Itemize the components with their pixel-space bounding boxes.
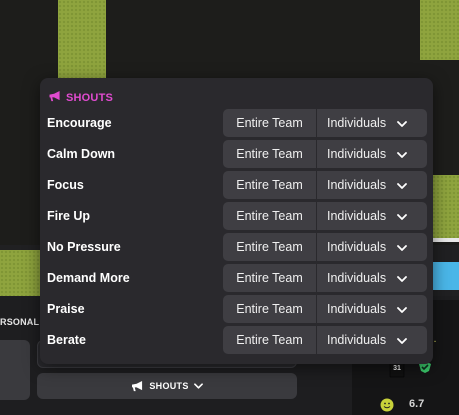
chevron-down-icon (397, 333, 407, 347)
individuals-label: Individuals (327, 302, 387, 316)
shout-label: Praise (47, 302, 85, 316)
shout-individuals-dropdown[interactable]: Individuals (317, 295, 427, 323)
shout-label: Calm Down (47, 147, 116, 161)
shout-label: Berate (47, 333, 86, 347)
shout-row-encourage: Encourage Entire Team Individuals (40, 109, 433, 137)
shout-row-fire-up: Fire Up Entire Team Individuals (40, 202, 433, 230)
shout-label: Encourage (47, 116, 112, 130)
shout-individuals-dropdown[interactable]: Individuals (317, 109, 427, 137)
shouts-popup: SHOUTS Encourage Entire Team Individuals… (40, 78, 433, 364)
individuals-label: Individuals (327, 178, 387, 192)
shout-row-focus: Focus Entire Team Individuals (40, 171, 433, 199)
side-panel-fragment (0, 340, 30, 400)
chevron-down-icon (397, 240, 407, 254)
shout-individuals-dropdown[interactable]: Individuals (317, 140, 427, 168)
shout-row-demand-more: Demand More Entire Team Individuals (40, 264, 433, 292)
shout-label: Fire Up (47, 209, 91, 223)
individuals-label: Individuals (327, 271, 387, 285)
pitch-line (432, 238, 459, 242)
chevron-down-icon (397, 178, 407, 192)
player-rating: 6.7 (409, 398, 425, 410)
shouts-button-label: SHOUTS (149, 381, 189, 391)
shout-entire-team-button[interactable]: Entire Team (223, 264, 316, 292)
shout-individuals-dropdown[interactable]: Individuals (317, 326, 427, 354)
shout-entire-team-button[interactable]: Entire Team (223, 171, 316, 199)
pitch-grass-patch (432, 175, 459, 239)
popup-title: SHOUTS (48, 91, 113, 105)
chevron-down-icon (397, 271, 407, 285)
individuals-label: Individuals (327, 147, 387, 161)
individuals-label: Individuals (327, 116, 387, 130)
megaphone-icon (48, 91, 62, 105)
blue-panel-fragment (432, 262, 459, 290)
shout-row-berate: Berate Entire Team Individuals (40, 326, 433, 354)
pitch-grass-patch (58, 0, 106, 80)
shout-label: Demand More (47, 271, 130, 285)
shout-entire-team-button[interactable]: Entire Team (223, 295, 316, 323)
shout-entire-team-button[interactable]: Entire Team (223, 326, 316, 354)
chevron-down-icon (193, 383, 203, 389)
shout-row-no-pressure: No Pressure Entire Team Individuals (40, 233, 433, 261)
shout-entire-team-button[interactable]: Entire Team (223, 140, 316, 168)
shout-entire-team-button[interactable]: Entire Team (223, 109, 316, 137)
popup-title-text: SHOUTS (66, 92, 114, 104)
pitch-grass-patch (420, 0, 459, 60)
chevron-down-icon (397, 147, 407, 161)
individuals-label: Individuals (327, 240, 387, 254)
megaphone-icon (131, 380, 144, 392)
player-number: 31 (393, 365, 401, 372)
shout-row-calm-down: Calm Down Entire Team Individuals (40, 140, 433, 168)
shout-entire-team-button[interactable]: Entire Team (223, 233, 316, 261)
shout-label: No Pressure (47, 240, 121, 254)
chevron-down-icon (397, 302, 407, 316)
individuals-label: Individuals (327, 333, 387, 347)
shout-label: Focus (47, 178, 84, 192)
smiley-face-icon (380, 398, 394, 412)
shouts-toggle-button[interactable]: SHOUTS (37, 373, 297, 399)
shout-individuals-dropdown[interactable]: Individuals (317, 233, 427, 261)
shout-entire-team-button[interactable]: Entire Team (223, 202, 316, 230)
shout-row-praise: Praise Entire Team Individuals (40, 295, 433, 323)
individuals-label: Individuals (327, 209, 387, 223)
shout-individuals-dropdown[interactable]: Individuals (317, 264, 427, 292)
chevron-down-icon (397, 116, 407, 130)
chevron-down-icon (397, 209, 407, 223)
shout-individuals-dropdown[interactable]: Individuals (317, 171, 427, 199)
pitch-grass-patch (0, 250, 40, 296)
shout-individuals-dropdown[interactable]: Individuals (317, 202, 427, 230)
